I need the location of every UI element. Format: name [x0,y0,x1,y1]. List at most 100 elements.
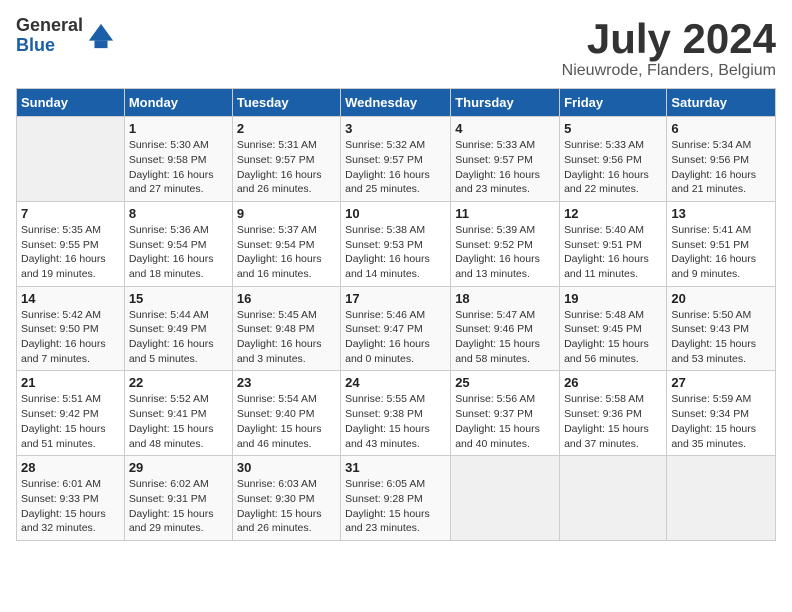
calendar-cell: 17Sunrise: 5:46 AM Sunset: 9:47 PM Dayli… [341,286,451,371]
calendar-cell: 15 Sunrise: 5:44 AM Sunset: 9:49 PM Dayli… [124,286,232,371]
calendar-cell: 10Sunrise: 5:38 AM Sunset: 9:53 PM Dayli… [341,201,451,286]
day-number: 4 [455,121,555,136]
day-number: 8 [129,206,228,221]
day-number: 3 [345,121,446,136]
month-title: July 2024 [562,16,776,62]
calendar-cell: 1 Sunrise: 5:30 AM Sunset: 9:58 PM Daylig… [124,117,232,202]
day-info: Sunrise: 5:42 AM Sunset: 9:50 PM Dayligh… [21,308,120,367]
day-info: Sunrise: 5:37 AM Sunset: 9:54 PM Dayligh… [237,223,336,282]
day-number: 29 [129,460,228,475]
calendar-cell: 6 Sunrise: 5:34 AM Sunset: 9:56 PM Daylig… [667,117,776,202]
logo-general: General [16,16,83,36]
day-number: 19 [564,291,662,306]
day-number: 2 [237,121,336,136]
logo-icon [87,22,115,50]
calendar-week-row: 1 Sunrise: 5:30 AM Sunset: 9:58 PM Daylig… [17,117,776,202]
calendar-cell: 31 Sunrise: 6:05 AM Sunset: 9:28 PM Dayli… [341,456,451,541]
calendar-cell: 27 Sunrise: 5:59 AM Sunset: 9:34 PM Dayli… [667,371,776,456]
day-number: 25 [455,375,555,390]
day-number: 31 [345,460,446,475]
day-info: Sunrise: 5:56 AM Sunset: 9:37 PM Dayligh… [455,392,555,451]
calendar-cell: 16 Sunrise: 5:45 AM Sunset: 9:48 PM Dayli… [232,286,340,371]
day-info: Sunrise: 5:58 AM Sunset: 9:36 PM Dayligh… [564,392,662,451]
calendar-week-row: 7 Sunrise: 5:35 AM Sunset: 9:55 PM Daylig… [17,201,776,286]
calendar-cell: 20 Sunrise: 5:50 AM Sunset: 9:43 PM Dayli… [667,286,776,371]
day-number: 24 [345,375,446,390]
day-number: 20 [671,291,771,306]
day-number: 23 [237,375,336,390]
calendar-cell: 19 Sunrise: 5:48 AM Sunset: 9:45 PM Dayli… [560,286,667,371]
day-number: 6 [671,121,771,136]
day-number: 15 [129,291,228,306]
calendar-cell: 8Sunrise: 5:36 AM Sunset: 9:54 PM Daylig… [124,201,232,286]
day-info: Sunrise: 5:38 AM Sunset: 9:53 PM Dayligh… [345,223,446,282]
calendar-cell: 21 Sunrise: 5:51 AM Sunset: 9:42 PM Dayli… [17,371,125,456]
calendar-cell: 2 Sunrise: 5:31 AM Sunset: 9:57 PM Daylig… [232,117,340,202]
day-number: 14 [21,291,120,306]
day-info: Sunrise: 5:32 AM Sunset: 9:57 PM Dayligh… [345,138,446,197]
day-info: Sunrise: 6:05 AM Sunset: 9:28 PM Dayligh… [345,477,446,536]
weekday-header: Sunday [17,89,125,117]
calendar-table: SundayMondayTuesdayWednesdayThursdayFrid… [16,88,776,541]
day-info: Sunrise: 5:35 AM Sunset: 9:55 PM Dayligh… [21,223,120,282]
weekday-header: Tuesday [232,89,340,117]
day-info: Sunrise: 6:01 AM Sunset: 9:33 PM Dayligh… [21,477,120,536]
weekday-header: Wednesday [341,89,451,117]
calendar-cell: 4 Sunrise: 5:33 AM Sunset: 9:57 PM Daylig… [451,117,560,202]
location: Nieuwrode, Flanders, Belgium [562,62,776,80]
calendar-cell [667,456,776,541]
day-info: Sunrise: 5:46 AM Sunset: 9:47 PM Dayligh… [345,308,446,367]
calendar-cell: 18Sunrise: 5:47 AM Sunset: 9:46 PM Dayli… [451,286,560,371]
weekday-header: Saturday [667,89,776,117]
day-info: Sunrise: 5:33 AM Sunset: 9:57 PM Dayligh… [455,138,555,197]
day-info: Sunrise: 5:55 AM Sunset: 9:38 PM Dayligh… [345,392,446,451]
day-number: 16 [237,291,336,306]
day-number: 13 [671,206,771,221]
day-info: Sunrise: 5:59 AM Sunset: 9:34 PM Dayligh… [671,392,771,451]
day-number: 21 [21,375,120,390]
day-info: Sunrise: 5:44 AM Sunset: 9:49 PM Dayligh… [129,308,228,367]
day-number: 22 [129,375,228,390]
weekday-header-row: SundayMondayTuesdayWednesdayThursdayFrid… [17,89,776,117]
calendar-cell: 7 Sunrise: 5:35 AM Sunset: 9:55 PM Daylig… [17,201,125,286]
calendar-cell: 23 Sunrise: 5:54 AM Sunset: 9:40 PM Dayli… [232,371,340,456]
day-info: Sunrise: 5:51 AM Sunset: 9:42 PM Dayligh… [21,392,120,451]
day-info: Sunrise: 5:50 AM Sunset: 9:43 PM Dayligh… [671,308,771,367]
day-number: 11 [455,206,555,221]
calendar-week-row: 21 Sunrise: 5:51 AM Sunset: 9:42 PM Dayli… [17,371,776,456]
calendar-cell: 25 Sunrise: 5:56 AM Sunset: 9:37 PM Dayli… [451,371,560,456]
calendar-cell: 11 Sunrise: 5:39 AM Sunset: 9:52 PM Dayli… [451,201,560,286]
day-info: Sunrise: 5:52 AM Sunset: 9:41 PM Dayligh… [129,392,228,451]
calendar-cell: 9Sunrise: 5:37 AM Sunset: 9:54 PM Daylig… [232,201,340,286]
day-info: Sunrise: 5:34 AM Sunset: 9:56 PM Dayligh… [671,138,771,197]
day-info: Sunrise: 5:48 AM Sunset: 9:45 PM Dayligh… [564,308,662,367]
day-info: Sunrise: 5:39 AM Sunset: 9:52 PM Dayligh… [455,223,555,282]
day-info: Sunrise: 5:31 AM Sunset: 9:57 PM Dayligh… [237,138,336,197]
calendar-cell: 3 Sunrise: 5:32 AM Sunset: 9:57 PM Daylig… [341,117,451,202]
calendar-cell: 22 Sunrise: 5:52 AM Sunset: 9:41 PM Dayli… [124,371,232,456]
day-number: 7 [21,206,120,221]
title-block: July 2024 Nieuwrode, Flanders, Belgium [562,16,776,80]
day-number: 27 [671,375,771,390]
weekday-header: Thursday [451,89,560,117]
day-number: 5 [564,121,662,136]
day-number: 30 [237,460,336,475]
calendar-cell [451,456,560,541]
day-number: 1 [129,121,228,136]
logo: General Blue [16,16,115,56]
calendar-cell: 28Sunrise: 6:01 AM Sunset: 9:33 PM Dayli… [17,456,125,541]
calendar-cell [560,456,667,541]
day-info: Sunrise: 5:40 AM Sunset: 9:51 PM Dayligh… [564,223,662,282]
weekday-header: Friday [560,89,667,117]
calendar-cell: 14 Sunrise: 5:42 AM Sunset: 9:50 PM Dayli… [17,286,125,371]
day-info: Sunrise: 5:41 AM Sunset: 9:51 PM Dayligh… [671,223,771,282]
weekday-header: Monday [124,89,232,117]
day-number: 12 [564,206,662,221]
day-info: Sunrise: 5:45 AM Sunset: 9:48 PM Dayligh… [237,308,336,367]
day-info: Sunrise: 5:30 AM Sunset: 9:58 PM Dayligh… [129,138,228,197]
day-info: Sunrise: 5:54 AM Sunset: 9:40 PM Dayligh… [237,392,336,451]
page-header: General Blue July 2024 Nieuwrode, Flande… [16,16,776,80]
calendar-week-row: 14 Sunrise: 5:42 AM Sunset: 9:50 PM Dayli… [17,286,776,371]
calendar-cell [17,117,125,202]
calendar-cell: 12 Sunrise: 5:40 AM Sunset: 9:51 PM Dayli… [560,201,667,286]
